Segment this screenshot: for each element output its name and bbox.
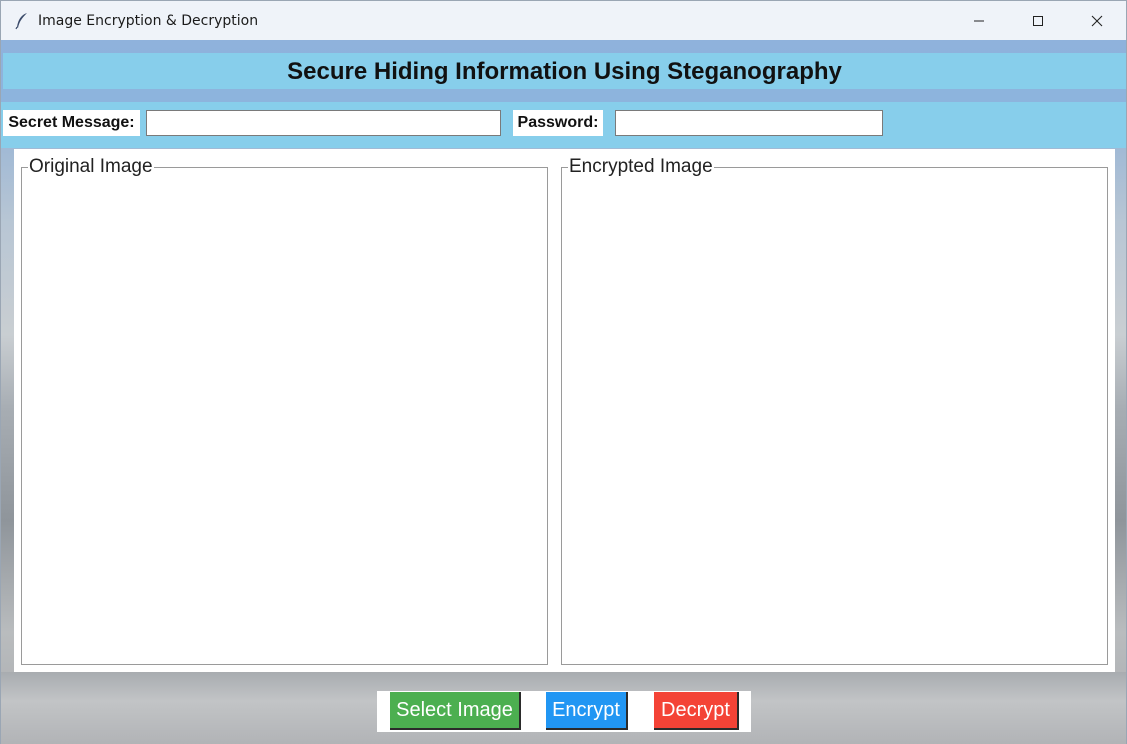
decrypt-button[interactable]: Decrypt — [654, 692, 739, 730]
secret-message-label: Secret Message: — [3, 110, 140, 136]
password-input[interactable] — [615, 110, 883, 136]
button-bar: Select Image Encrypt Decrypt — [377, 691, 751, 732]
image-panel: Original Image Encrypted Image — [14, 149, 1115, 672]
original-image-frame: Original Image — [21, 156, 548, 665]
select-image-button[interactable]: Select Image — [390, 692, 521, 730]
minimize-button[interactable] — [949, 1, 1008, 40]
window-title: Image Encryption & Decryption — [38, 12, 259, 29]
app-window: Image Encryption & Decryption Secure Hid… — [0, 0, 1127, 744]
maximize-icon — [1032, 15, 1043, 26]
close-icon — [1091, 15, 1102, 26]
original-image-label: Original Image — [28, 156, 154, 178]
maximize-button[interactable] — [1008, 1, 1067, 40]
encrypt-button[interactable]: Encrypt — [546, 692, 628, 730]
close-button[interactable] — [1067, 1, 1126, 40]
encrypted-image-label: Encrypted Image — [568, 156, 714, 178]
page-title: Secure Hiding Information Using Steganog… — [287, 57, 842, 85]
password-label: Password: — [513, 110, 603, 136]
encrypted-image-frame: Encrypted Image — [561, 156, 1108, 665]
secret-message-input[interactable] — [146, 110, 501, 136]
heading-bar: Secure Hiding Information Using Steganog… — [3, 53, 1126, 89]
title-bar[interactable]: Image Encryption & Decryption — [1, 1, 1126, 40]
form-row: Secret Message: Password: — [1, 102, 1126, 148]
minimize-icon — [973, 20, 984, 21]
window-controls — [949, 1, 1126, 40]
feather-icon — [15, 12, 27, 29]
